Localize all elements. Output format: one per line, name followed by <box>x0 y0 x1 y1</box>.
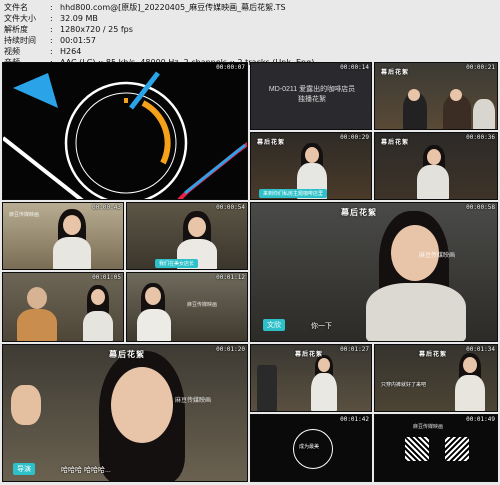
timestamp: 00:01:20 <box>216 346 245 353</box>
timestamp: 00:00:21 <box>466 64 495 71</box>
subtitle: 来到你们私房主题咖啡店里 <box>259 189 328 198</box>
thumbnail-00-00-58[interactable]: 幕后花絮 麻豆传媒映画 文欣 你一下 00:00:58 <box>250 202 498 342</box>
filename-value: hhd800.com@[原版]_20220405_麻豆传媒映画_幕后花絮.TS <box>60 3 286 12</box>
timestamp: 00:00:14 <box>340 64 369 71</box>
timestamp: 00:00:29 <box>340 134 369 141</box>
watermark-logo: 麻豆传媒映画 <box>175 398 212 404</box>
timestamp: 00:00:58 <box>466 204 495 211</box>
timestamp: 00:00:07 <box>216 64 245 71</box>
thumbnail-00-00-21[interactable]: 幕后花絮 00:00:21 <box>374 62 498 130</box>
timestamp: 00:00:36 <box>466 134 495 141</box>
watermark-logo: 麻豆传媒映画 <box>9 212 40 218</box>
brand-logo: 麻豆传媒映画 <box>413 424 444 430</box>
thumbnail-00-01-42[interactable]: 成为最美 00:01:42 <box>250 414 372 482</box>
thumbnail-00-00-07[interactable]: 00:00:07 <box>2 62 248 200</box>
timestamp: 00:01:42 <box>340 416 369 423</box>
watermark-logo: 麻豆传媒映画 <box>419 253 456 259</box>
bts-label: 幕后花絮 <box>109 350 145 359</box>
video-codec-value: H264 <box>60 47 82 56</box>
info-row-filesize: 文件大小:32.09 MB <box>4 13 496 24</box>
timestamp: 00:01:05 <box>92 274 121 281</box>
qr-code-right <box>445 437 469 461</box>
info-row-resolution: 解析度:1280x720 / 25 fps <box>4 24 496 35</box>
subtitle: 你一下 <box>311 323 332 330</box>
speaker-tag: 文欣 <box>263 319 285 331</box>
speaker-tag: 导演 <box>13 463 35 475</box>
qr-code-left <box>405 437 429 461</box>
thumbnail-00-00-43[interactable]: 麻豆传媒映画 00:00:43 <box>2 202 124 270</box>
duration-value: 00:01:57 <box>60 36 96 45</box>
thumbnail-00-00-54[interactable]: 我们在美女店长 00:00:54 <box>126 202 248 270</box>
bts-label: 幕后花絮 <box>381 70 410 76</box>
bts-label: 幕后花絮 <box>341 208 377 217</box>
intro-graphic <box>3 71 247 199</box>
filesize-value: 32.09 MB <box>60 14 98 23</box>
thumbnail-00-01-27[interactable]: 幕后花絮 00:01:27 <box>250 344 372 412</box>
thumbnail-00-01-12[interactable]: 麻豆传媒映画 00:01:12 <box>126 272 248 342</box>
timestamp: 00:01:34 <box>466 346 495 353</box>
watermark-logo: 麻豆传媒映画 <box>187 302 218 308</box>
file-info-header: 文件名: hhd800.com@[原版]_20220405_麻豆传媒映画_幕后花絮… <box>4 2 496 68</box>
subtitle: 哈哈哈 哈哈哈... <box>61 467 111 474</box>
info-row-duration: 持续时间:00:01:57 <box>4 35 496 46</box>
thumbnail-00-01-34[interactable]: 幕后花絮 只穿内裤就好了来吧 00:01:34 <box>374 344 498 412</box>
bts-label: 幕后花絮 <box>257 140 286 146</box>
thumbnail-00-01-20[interactable]: 幕后花絮 麻豆传媒映画 导演 哈哈哈 哈哈哈... 00:01:20 <box>2 344 248 482</box>
thumbnail-00-01-49[interactable]: 麻豆传媒映画 00:01:49 <box>374 414 498 482</box>
timestamp: 00:00:54 <box>216 204 245 211</box>
thumbnail-00-00-29[interactable]: 幕后花絮 来到你们私房主题咖啡店里 00:00:29 <box>250 132 372 200</box>
thumbnail-00-00-14[interactable]: MD-0211 爱露出的咖啡店员 独播花絮 00:00:14 <box>250 62 372 130</box>
title-card: MD-0211 爱露出的咖啡店员 独播花絮 <box>268 86 356 103</box>
bts-label: 幕后花絮 <box>381 140 410 146</box>
outro-text: 成为最美 <box>299 444 320 450</box>
thumbnail-00-01-05[interactable]: 00:01:05 <box>2 272 124 342</box>
info-row-video: 视频: H264 <box>4 46 496 57</box>
subtitle: 只穿内裤就好了来吧 <box>381 382 427 388</box>
timestamp: 00:00:43 <box>92 204 121 211</box>
subtitle: 我们在美女店长 <box>155 259 199 268</box>
resolution-value: 1280x720 / 25 fps <box>60 25 133 34</box>
bts-label: 幕后花絮 <box>419 352 448 358</box>
timestamp: 00:01:27 <box>340 346 369 353</box>
thumbnail-00-00-36[interactable]: 幕后花絮 00:00:36 <box>374 132 498 200</box>
timestamp: 00:01:12 <box>216 274 245 281</box>
bts-label: 幕后花絮 <box>295 352 324 358</box>
timestamp: 00:01:49 <box>466 416 495 423</box>
info-row-filename: 文件名: hhd800.com@[原版]_20220405_麻豆传媒映画_幕后花絮… <box>4 2 496 13</box>
